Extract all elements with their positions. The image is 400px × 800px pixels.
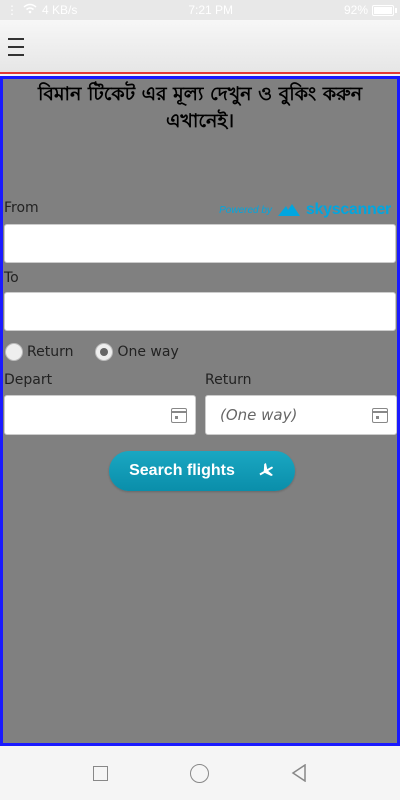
to-label: To [4, 270, 19, 286]
clock: 7:21 PM [188, 3, 234, 17]
back-icon[interactable] [291, 764, 307, 782]
app-bar [0, 20, 400, 74]
return-date-placeholder: (One way) [220, 406, 298, 424]
network-speed: 4 KB/s [42, 3, 78, 17]
depart-date-input[interactable] [4, 395, 196, 435]
calendar-icon[interactable] [372, 407, 388, 423]
brand-name: skyscanner [305, 201, 391, 218]
cloud-icon [277, 204, 300, 216]
system-nav-bar [0, 746, 400, 800]
battery-icon [372, 4, 397, 16]
radio-return-label: Return [27, 344, 74, 360]
search-flights-label: Search flights [129, 462, 235, 479]
trip-type-group: Return One way [5, 343, 179, 361]
battery-percent: 92% [343, 3, 368, 17]
flight-search-panel: বিমান টিকেট এর মূল্য দেখুন ও বুকিং করুন … [0, 76, 400, 746]
search-flights-button[interactable]: Search flights [109, 451, 295, 491]
powered-by-text: Powered by [219, 204, 272, 216]
radio-one-way-label: One way [117, 344, 179, 360]
radio-one-way[interactable]: One way [95, 343, 179, 361]
to-input[interactable] [4, 292, 396, 331]
radio-return[interactable]: Return [5, 343, 73, 361]
radio-one-way-dot[interactable] [95, 343, 114, 361]
status-dots: ⋮ [6, 3, 18, 17]
radio-return-dot[interactable] [5, 343, 23, 361]
from-input[interactable] [4, 224, 396, 263]
wifi-icon [23, 3, 37, 17]
depart-label: Depart [4, 372, 53, 388]
status-bar: ⋮ 4 KB/s 7:21 PM 92% [0, 0, 400, 20]
menu-icon[interactable] [8, 36, 24, 58]
skyscanner-logo: Powered by skyscanner [219, 201, 391, 219]
page-title: বিমান টিকেট এর মূল্য দেখুন ও বুকিং করুন … [37, 83, 363, 132]
airplane-icon [259, 462, 273, 477]
return-date-input[interactable]: (One way) [205, 395, 397, 435]
home-icon[interactable] [190, 763, 209, 783]
recents-icon[interactable] [93, 765, 108, 781]
calendar-icon[interactable] [171, 407, 187, 423]
return-label: Return [205, 372, 252, 388]
from-label: From [4, 200, 39, 216]
